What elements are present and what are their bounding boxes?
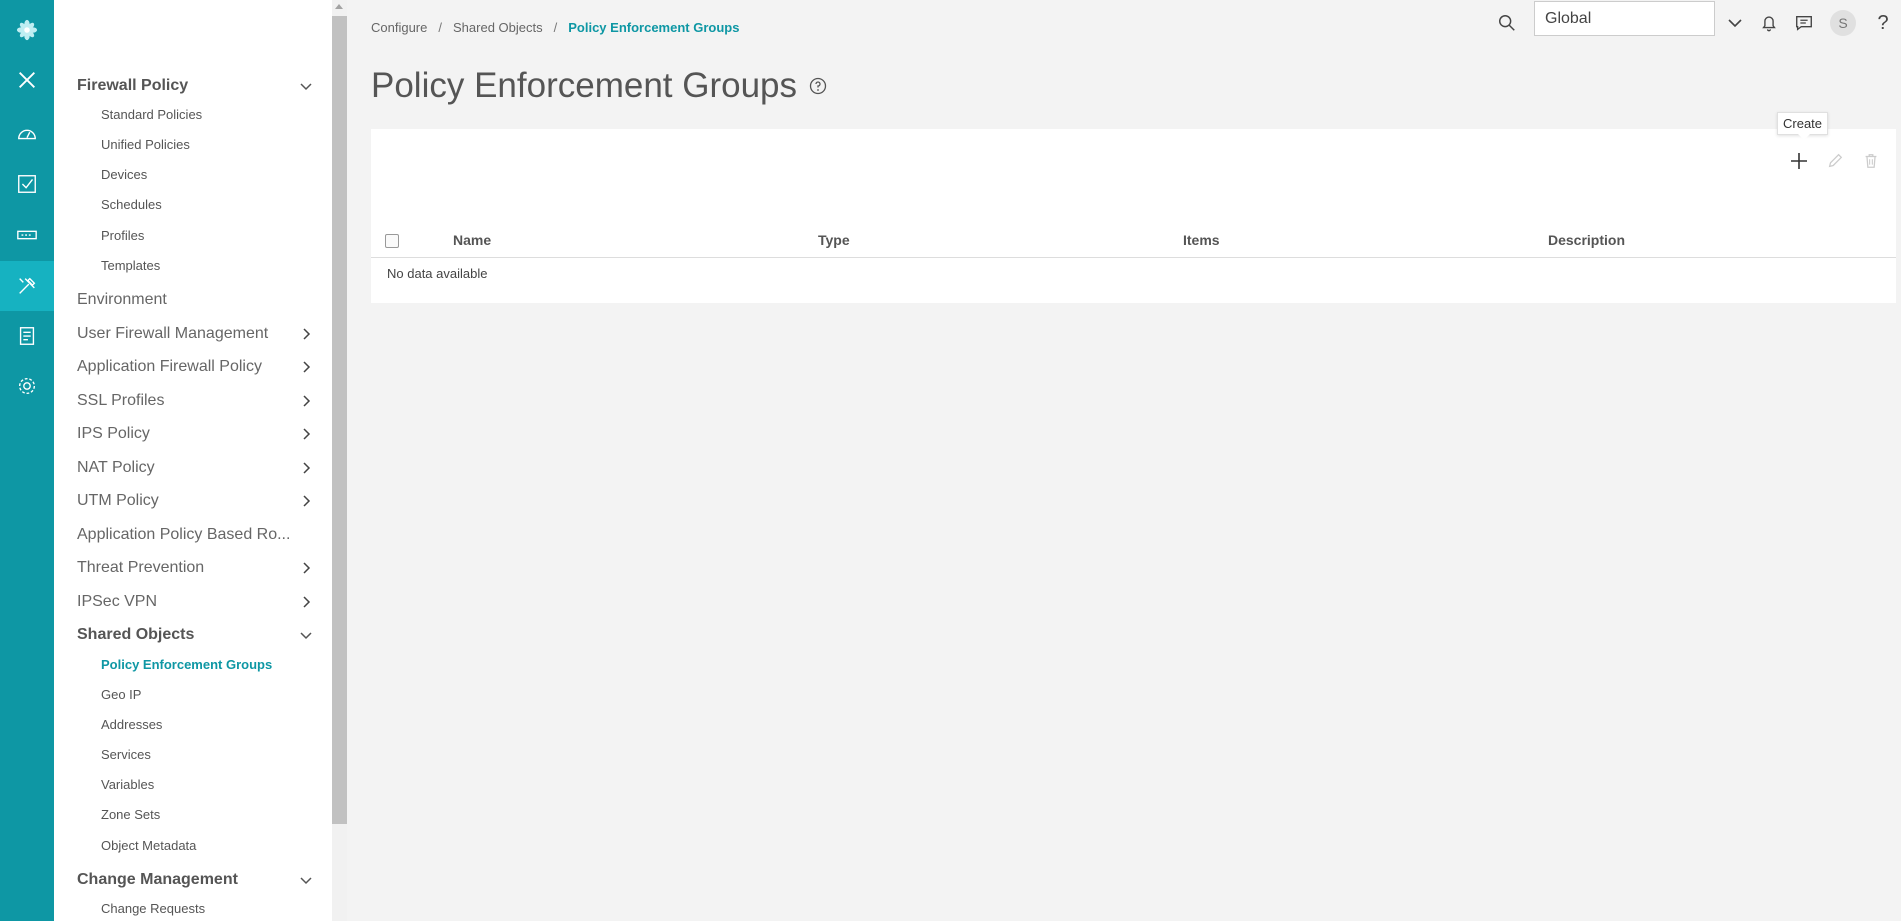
nav-item-utm-policy[interactable]: UTM Policy — [54, 486, 332, 516]
nav-label: Environment — [77, 291, 167, 308]
page-title-wrap: Policy Enforcement Groups — [371, 66, 827, 106]
nav-item-change-requests[interactable]: Change Requests — [54, 895, 332, 921]
create-tooltip: Create — [1777, 112, 1829, 140]
nav-group-firewall-policy[interactable]: Firewall Policy — [54, 71, 332, 101]
logo-icon[interactable] — [0, 5, 54, 55]
nav-label: IPSec VPN — [77, 593, 158, 610]
nav-group-label: Change Management — [77, 871, 238, 888]
help-circle-icon[interactable] — [809, 77, 827, 95]
nav-item-profiles[interactable]: Profiles — [54, 222, 332, 248]
nav-label: NAT Policy — [77, 459, 155, 476]
scope-select[interactable]: Global — [1534, 1, 1715, 36]
nav-label: Application Policy Based Ro... — [77, 526, 291, 543]
devices-icon[interactable] — [0, 210, 54, 260]
nav-item-geo-ip[interactable]: Geo IP — [54, 681, 332, 707]
nav-item-ssl-profiles[interactable]: SSL Profiles — [54, 386, 332, 416]
reports-icon[interactable] — [0, 311, 54, 361]
nav-item-threat-prevention[interactable]: Threat Prevention — [54, 553, 332, 583]
nav-item-standard-policies[interactable]: Standard Policies — [54, 101, 332, 127]
scroll-up-icon[interactable] — [335, 4, 343, 9]
column-header-description[interactable]: Description — [1548, 232, 1625, 248]
trash-icon — [1865, 154, 1877, 168]
monitor-icon[interactable] — [0, 159, 54, 209]
nav-group-label: Firewall Policy — [77, 77, 189, 94]
messages-icon[interactable] — [1793, 12, 1815, 34]
chevron-down-icon — [300, 83, 312, 91]
nav-label: Application Firewall Policy — [77, 358, 262, 375]
bell-icon[interactable] — [1758, 12, 1780, 34]
nav-item-ipsec-vpn[interactable]: IPSec VPN — [54, 587, 332, 617]
page-title: Policy Enforcement Groups — [371, 66, 798, 105]
breadcrumb: Configure / Shared Objects / Policy Enfo… — [371, 20, 739, 35]
pencil-icon — [1828, 153, 1843, 168]
chevron-right-icon — [303, 395, 311, 407]
plus-icon — [1791, 153, 1807, 169]
nav-label: Threat Prevention — [77, 559, 205, 576]
nav-label: SSL Profiles — [77, 392, 165, 409]
chevron-right-icon — [303, 562, 311, 574]
breadcrumb-configure[interactable]: Configure — [371, 20, 427, 35]
dashboard-icon[interactable] — [0, 109, 54, 159]
scrollbar-thumb[interactable] — [332, 16, 347, 824]
avatar[interactable]: S — [1830, 10, 1856, 36]
nav-item-services[interactable]: Services — [54, 741, 332, 767]
nav-group-shared-objects[interactable]: Shared Objects — [54, 620, 332, 650]
chevron-right-icon — [303, 462, 311, 474]
nav-item-templates[interactable]: Templates — [54, 252, 332, 278]
chevron-down-icon[interactable] — [1724, 12, 1746, 34]
help-icon[interactable]: ? — [1872, 12, 1894, 34]
chevron-down-icon — [300, 632, 312, 640]
nav-group-label: Shared Objects — [77, 626, 195, 643]
nav-item-devices[interactable]: Devices — [54, 161, 332, 187]
chevron-right-icon — [303, 328, 311, 340]
nav-item-addresses[interactable]: Addresses — [54, 711, 332, 737]
table-header: Name Type Items Description — [371, 222, 1896, 258]
nav-item-environment[interactable]: Environment — [54, 285, 332, 315]
chevron-right-icon — [303, 428, 311, 440]
nav-item-variables[interactable]: Variables — [54, 771, 332, 797]
nav-item-zone-sets[interactable]: Zone Sets — [54, 801, 332, 827]
nav-scrollbar[interactable] — [332, 0, 347, 921]
select-all-checkbox[interactable] — [385, 234, 399, 248]
chevron-down-icon — [300, 877, 312, 885]
create-button[interactable] — [1787, 149, 1811, 173]
nav-label: User Firewall Management — [77, 325, 269, 342]
nav-item-unified-policies[interactable]: Unified Policies — [54, 131, 332, 157]
breadcrumb-current: Policy Enforcement Groups — [568, 20, 740, 35]
breadcrumb-shared-objects[interactable]: Shared Objects — [453, 20, 543, 35]
nav-item-application-firewall-policy[interactable]: Application Firewall Policy — [54, 352, 332, 382]
close-icon[interactable] — [0, 55, 54, 105]
chevron-right-icon — [303, 361, 311, 373]
grid-card — [371, 129, 1896, 303]
nav-item-ips-policy[interactable]: IPS Policy — [54, 419, 332, 449]
nav-panel: Firewall Policy Standard Policies Unifie… — [54, 0, 332, 921]
nav-item-nat-policy[interactable]: NAT Policy — [54, 453, 332, 483]
nav-label: IPS Policy — [77, 425, 150, 442]
edit-button[interactable] — [1823, 149, 1847, 173]
chevron-right-icon — [303, 495, 311, 507]
chevron-right-icon — [303, 596, 311, 608]
nav-item-object-metadata[interactable]: Object Metadata — [54, 832, 332, 858]
icon-rail — [0, 0, 54, 921]
column-header-name[interactable]: Name — [453, 232, 491, 248]
nav-item-application-policy-based-routing[interactable]: Application Policy Based Ro... — [54, 520, 332, 550]
administration-icon[interactable] — [0, 361, 54, 411]
column-header-type[interactable]: Type — [818, 232, 850, 248]
breadcrumb-separator: / — [553, 20, 558, 35]
nav-item-schedules[interactable]: Schedules — [54, 191, 332, 217]
search-icon[interactable] — [1496, 12, 1518, 34]
column-header-items[interactable]: Items — [1183, 232, 1220, 248]
empty-message: No data available — [387, 266, 488, 281]
delete-button[interactable] — [1859, 149, 1883, 173]
breadcrumb-separator: / — [438, 20, 442, 35]
nav-item-user-firewall-management[interactable]: User Firewall Management — [54, 319, 332, 349]
nav-item-policy-enforcement-groups[interactable]: Policy Enforcement Groups — [54, 651, 332, 677]
nav-label: UTM Policy — [77, 492, 159, 509]
nav-group-change-management[interactable]: Change Management — [54, 865, 332, 895]
configure-icon[interactable] — [0, 261, 54, 311]
